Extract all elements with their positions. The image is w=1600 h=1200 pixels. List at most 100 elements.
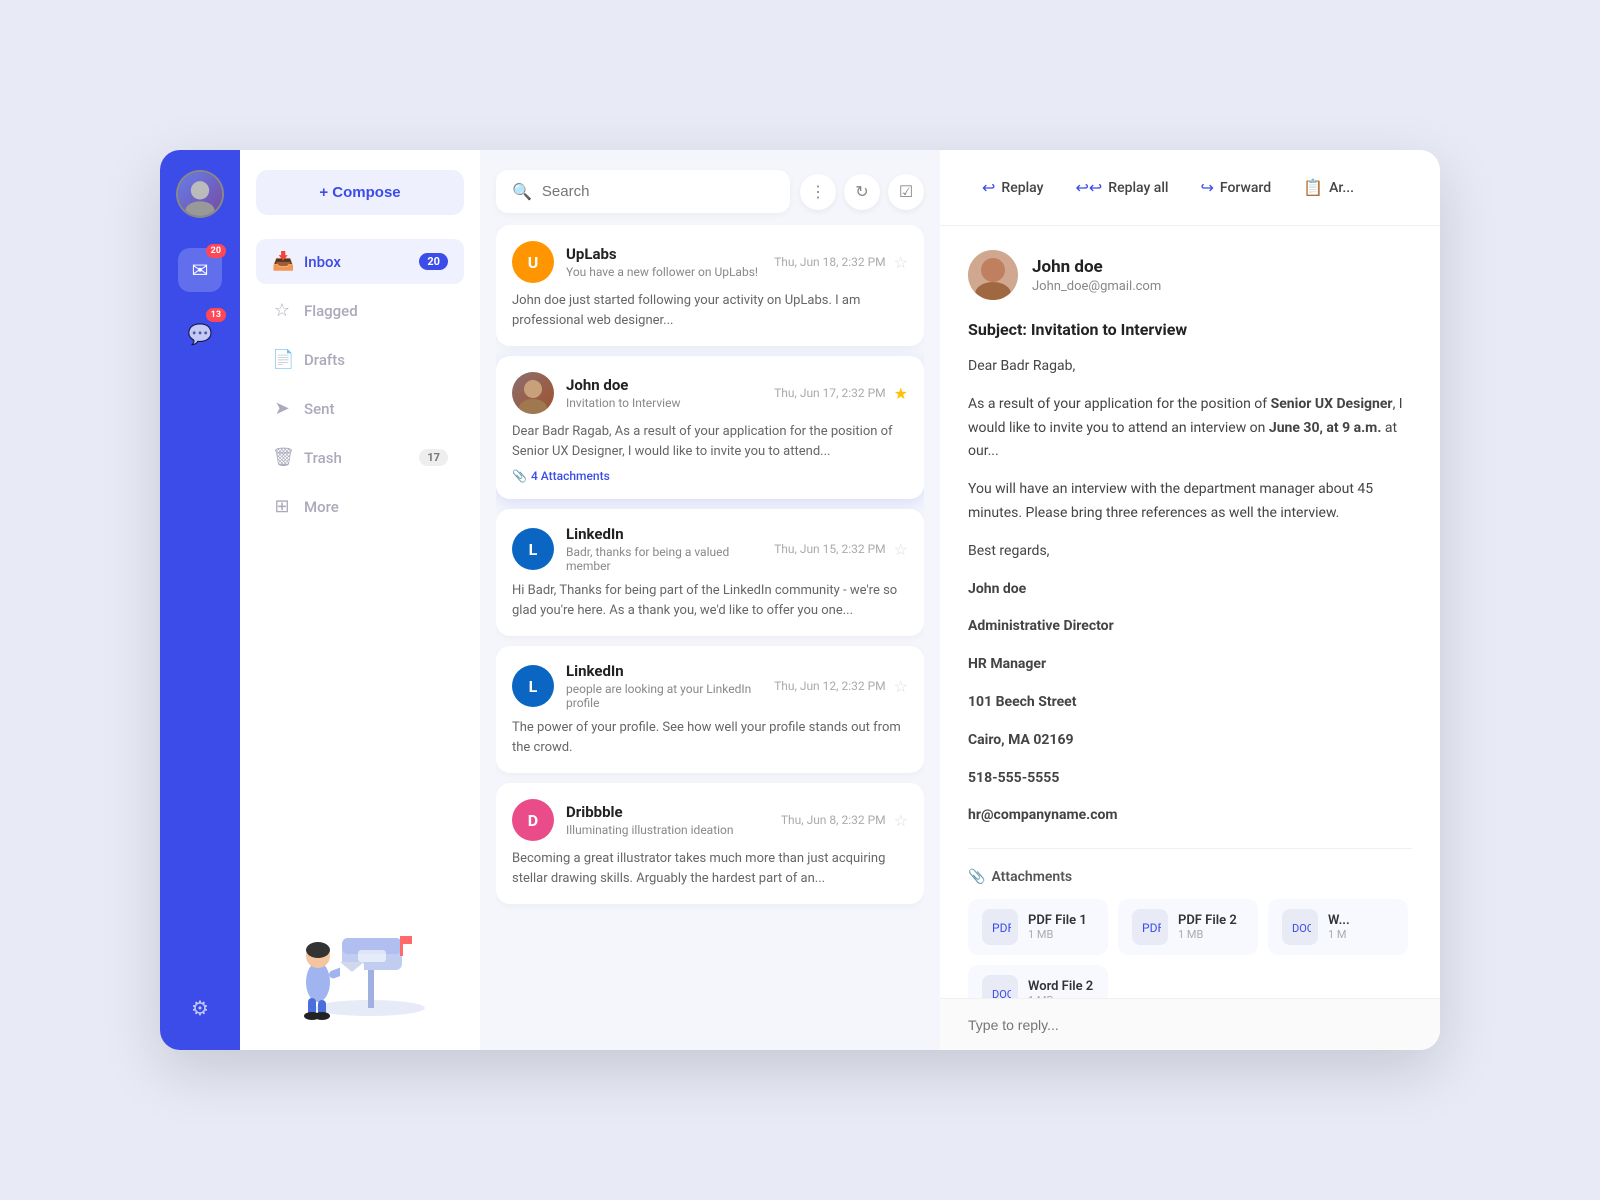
nav-item-sent[interactable]: ➤ Sent (256, 386, 464, 431)
paperclip-icon: 📎 (512, 469, 527, 483)
attachment-size-1: 1 MB (1028, 928, 1087, 941)
email-avatar-2 (512, 372, 554, 414)
detail-sender-info: John doe John_doe@gmail.com (1032, 257, 1161, 294)
email-header-3: L LinkedIn Badr, thanks for being a valu… (512, 525, 908, 573)
email-card-2[interactable]: John doe Invitation to Interview Thu, Ju… (496, 356, 924, 499)
body-role: HR Manager (968, 653, 1412, 677)
email-header-2: John doe Invitation to Interview Thu, Ju… (512, 372, 908, 414)
detail-sender-avatar (968, 250, 1018, 300)
avatar-image (178, 172, 222, 216)
email-subject-3: Badr, thanks for being a valued member (566, 545, 762, 573)
email-meta-3: Thu, Jun 15, 2:32 PM ☆ (774, 540, 908, 559)
attachment-name-3: W... (1328, 913, 1350, 928)
replay-icon: ↩ (982, 178, 995, 197)
body-closing: Best regards, (968, 540, 1412, 564)
email-header-4: L LinkedIn people are looking at your Li… (512, 662, 908, 710)
detail-body: Dear Badr Ragab, As a result of your app… (968, 355, 1412, 828)
email-card-5[interactable]: D Dribbble Illuminating illustration ide… (496, 783, 924, 904)
star-icon-3[interactable]: ☆ (894, 540, 908, 559)
trash-badge: 17 (419, 449, 448, 466)
email-preview-4: The power of your profile. See how well … (512, 718, 908, 757)
attachment-size-3: 1 M (1328, 928, 1350, 941)
email-avatar-1: U (512, 241, 554, 283)
body-email: hr@companyname.com (968, 804, 1412, 828)
email-detail-panel: ↩ Replay ↩↩ Replay all ↪ Forward 📋 Ar... (940, 150, 1440, 1050)
more-options-button[interactable]: ⋮ (800, 174, 836, 210)
email-info-1: UpLabs You have a new follower on UpLabs… (566, 245, 762, 279)
search-input[interactable] (542, 183, 774, 200)
email-list-panel: 🔍 ⋮ ↻ ☑ U UpLabs You have a new follower… (480, 150, 940, 1050)
forward-button[interactable]: ↪ Forward (1187, 170, 1286, 205)
pdf-icon-2: PDF (1132, 909, 1168, 945)
word-icon-1: DOC (1282, 909, 1318, 945)
star-icon-2[interactable]: ★ (894, 384, 908, 403)
reply-input[interactable] (968, 1017, 1412, 1033)
compose-button[interactable]: + Compose (256, 170, 464, 215)
attachment-name-2: PDF File 2 (1178, 913, 1237, 928)
sidebar-chat-btn[interactable]: 💬 13 (178, 312, 222, 356)
email-date-5: Thu, Jun 8, 2:32 PM (781, 813, 886, 827)
search-toolbar: ⋮ ↻ ☑ (800, 174, 924, 210)
nav-item-inbox[interactable]: 📥 Inbox 20 (256, 239, 464, 284)
email-info-4: LinkedIn people are looking at your Link… (566, 662, 762, 710)
avatar[interactable] (176, 170, 224, 218)
app-container: ✉ 20 💬 13 ⚙ + Compose 📥 Inbox 20 ☆ Flagg… (160, 150, 1440, 1050)
inbox-icon: 📥 (272, 251, 292, 272)
email-list: U UpLabs You have a new follower on UpLa… (496, 225, 924, 1030)
email-meta-2: Thu, Jun 17, 2:32 PM ★ (774, 384, 908, 403)
body-p2: You will have an interview with the depa… (968, 478, 1412, 526)
icon-sidebar: ✉ 20 💬 13 ⚙ (160, 150, 240, 1050)
attachment-word2[interactable]: DOC Word File 2 1 MB (968, 965, 1108, 998)
star-icon-5[interactable]: ☆ (894, 811, 908, 830)
email-meta-1: Thu, Jun 18, 2:32 PM ☆ (774, 253, 908, 272)
attachment-label-2: 4 Attachments (531, 469, 610, 483)
email-sender-1: UpLabs (566, 245, 762, 263)
nav-label-more: More (304, 498, 448, 516)
attachment-word1[interactable]: DOC W... 1 M (1268, 899, 1408, 955)
attachment-pdf1[interactable]: PDF PDF File 1 1 MB (968, 899, 1108, 955)
flagged-icon: ☆ (272, 300, 292, 321)
attachment-info-1: PDF File 1 1 MB (1028, 913, 1087, 941)
nav-sidebar: + Compose 📥 Inbox 20 ☆ Flagged 📄 Drafts … (240, 150, 480, 1050)
detail-sender-name: John doe (1032, 257, 1161, 277)
body-greeting: Dear Badr Ragab, (968, 355, 1412, 379)
detail-sender-row: John doe John_doe@gmail.com (968, 250, 1412, 300)
nav-item-more[interactable]: ⊞ More (256, 484, 464, 529)
replay-all-button[interactable]: ↩↩ Replay all (1061, 170, 1182, 205)
word-icon-2: DOC (982, 975, 1018, 998)
chat-badge: 13 (206, 308, 226, 322)
email-sender-2: John doe (566, 376, 762, 394)
detail-sender-email: John_doe@gmail.com (1032, 279, 1161, 294)
drafts-icon: 📄 (272, 349, 292, 370)
nav-illustration (256, 890, 464, 1030)
svg-text:DOC: DOC (992, 988, 1011, 998)
attachment-info-3: W... 1 M (1328, 913, 1350, 941)
email-date-1: Thu, Jun 18, 2:32 PM (774, 255, 886, 269)
star-icon-4[interactable]: ☆ (894, 677, 908, 696)
email-preview-1: John doe just started following your act… (512, 291, 908, 330)
select-all-button[interactable]: ☑ (888, 174, 924, 210)
svg-text:PDF: PDF (1142, 921, 1161, 935)
email-card-1[interactable]: U UpLabs You have a new follower on UpLa… (496, 225, 924, 346)
detail-subject: Subject: Invitation to Interview (968, 320, 1412, 339)
replay-button[interactable]: ↩ Replay (968, 170, 1057, 205)
nav-item-flagged[interactable]: ☆ Flagged (256, 288, 464, 333)
email-date-3: Thu, Jun 15, 2:32 PM (774, 542, 886, 556)
email-card-3[interactable]: L LinkedIn Badr, thanks for being a valu… (496, 509, 924, 636)
refresh-button[interactable]: ↻ (844, 174, 880, 210)
nav-item-drafts[interactable]: 📄 Drafts (256, 337, 464, 382)
email-card-4[interactable]: L LinkedIn people are looking at your Li… (496, 646, 924, 773)
forward-icon: ↪ (1201, 178, 1214, 197)
replay-all-icon: ↩↩ (1075, 178, 1102, 197)
svg-text:PDF: PDF (992, 921, 1011, 935)
sidebar-mail-btn[interactable]: ✉ 20 (178, 248, 222, 292)
email-sender-5: Dribbble (566, 803, 769, 821)
settings-button[interactable]: ⚙ (178, 986, 222, 1030)
inbox-badge: 20 (419, 253, 448, 270)
star-icon-1[interactable]: ☆ (894, 253, 908, 272)
attachment-pdf2[interactable]: PDF PDF File 2 1 MB (1118, 899, 1258, 955)
archive-button[interactable]: 📋 Ar... (1289, 170, 1368, 205)
email-meta-5: Thu, Jun 8, 2:32 PM ☆ (781, 811, 908, 830)
mail-icon: ✉ (192, 258, 209, 282)
nav-item-trash[interactable]: 🗑 Trash 17 (256, 435, 464, 480)
